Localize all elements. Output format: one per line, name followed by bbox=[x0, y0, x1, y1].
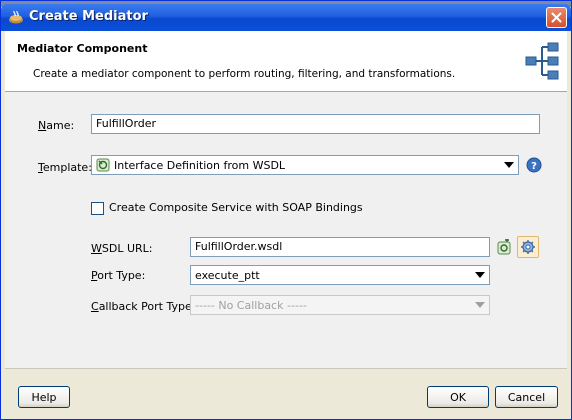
soap-bindings-checkbox[interactable] bbox=[91, 202, 104, 215]
template-select-value: Interface Definition from WSDL bbox=[114, 159, 286, 172]
chevron-down-icon bbox=[475, 302, 485, 308]
find-wsdl-icon bbox=[497, 239, 511, 255]
header-title: Mediator Component bbox=[17, 42, 148, 55]
chevron-down-icon bbox=[475, 272, 485, 278]
generate-wsdl-gear-icon bbox=[521, 240, 535, 254]
close-icon bbox=[551, 12, 562, 23]
ok-button[interactable]: OK bbox=[427, 386, 489, 408]
callback-port-type-select-value: ----- No Callback ----- bbox=[195, 299, 307, 312]
template-help-button[interactable]: ? bbox=[523, 154, 545, 176]
soap-bindings-label: Create Composite Service with SOAP Bindi… bbox=[109, 201, 363, 214]
title-bar[interactable]: Create Mediator bbox=[1, 4, 571, 31]
cancel-button[interactable]: Cancel bbox=[495, 386, 558, 408]
template-label: Template: bbox=[38, 161, 92, 174]
port-type-select-value: execute_ptt bbox=[195, 269, 260, 282]
generate-wsdl-button[interactable] bbox=[517, 236, 539, 258]
dialog-header: Mediator Component Create a mediator com… bbox=[5, 31, 567, 92]
name-input[interactable]: FulfillOrder bbox=[91, 114, 540, 134]
mediator-routing-icon bbox=[525, 42, 559, 80]
mediator-app-icon bbox=[9, 10, 23, 24]
name-label: Name: bbox=[38, 119, 75, 132]
wsdl-url-input[interactable]: FulfillOrder.wsdl bbox=[190, 237, 490, 257]
port-type-select[interactable]: execute_ptt bbox=[190, 265, 490, 285]
close-button[interactable] bbox=[546, 7, 567, 28]
help-button[interactable]: Help bbox=[18, 386, 70, 408]
chevron-down-icon bbox=[504, 162, 514, 168]
callback-port-type-label: Callback Port Type: bbox=[91, 300, 196, 313]
wsdl-url-label: WSDL URL: bbox=[91, 242, 153, 255]
help-question-icon: ? bbox=[526, 157, 542, 173]
footer-divider bbox=[5, 368, 567, 369]
find-wsdl-button[interactable] bbox=[493, 236, 515, 258]
callback-port-type-select: ----- No Callback ----- bbox=[190, 295, 490, 315]
window-title: Create Mediator bbox=[29, 9, 148, 24]
svg-text:?: ? bbox=[531, 161, 537, 172]
wsdl-interface-icon bbox=[96, 158, 110, 172]
template-select[interactable]: Interface Definition from WSDL bbox=[91, 155, 519, 175]
dialog-content: Name: FulfillOrder Template: Interface D… bbox=[5, 92, 567, 368]
header-subtitle: Create a mediator component to perform r… bbox=[33, 68, 456, 80]
create-mediator-dialog: Create Mediator Mediator Component Creat… bbox=[0, 0, 572, 420]
port-type-label: Port Type: bbox=[91, 269, 146, 282]
